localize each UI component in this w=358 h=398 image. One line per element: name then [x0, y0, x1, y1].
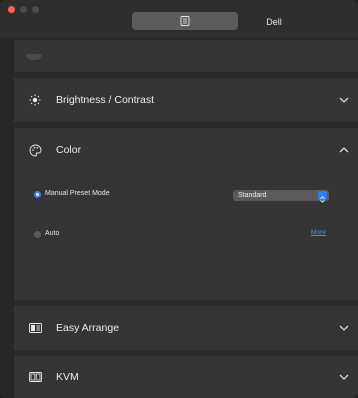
section-easy-arrange[interactable]: Easy Arrange: [14, 306, 358, 350]
select-stepper-icon: [318, 191, 327, 203]
preset-mode-select[interactable]: Standard: [233, 190, 329, 203]
chevron-down-icon[interactable]: [338, 322, 350, 334]
minimize-window-button[interactable]: [20, 6, 27, 13]
manual-preset-radio[interactable]: [34, 191, 41, 198]
document-icon: [180, 16, 190, 26]
auto-label: Auto: [45, 230, 60, 237]
preset-mode-value: Standard: [238, 192, 267, 199]
tab-dell[interactable]: Dell: [254, 14, 294, 30]
manual-preset-label: Manual Preset Mode: [45, 190, 110, 197]
settings-panel: Brightness / Contrast Color Manual Prese…: [14, 40, 358, 398]
display-icon: [26, 54, 42, 60]
palette-icon: [28, 143, 42, 157]
chevron-up-icon[interactable]: [338, 144, 350, 156]
kvm-icon: [28, 370, 42, 384]
chevron-down-icon[interactable]: [338, 371, 350, 383]
more-link[interactable]: More: [311, 229, 326, 236]
section-color-header[interactable]: Color: [14, 128, 358, 172]
section-label-easy-arrange: Easy Arrange: [56, 322, 120, 334]
auto-radio[interactable]: [34, 231, 41, 238]
sun-icon: [28, 93, 42, 107]
titlebar: Dell: [0, 0, 358, 38]
chevron-down-icon[interactable]: [338, 94, 350, 106]
app-window: Dell Brightness / Contrast Color Manual …: [0, 0, 358, 398]
section-display-partial[interactable]: [14, 40, 358, 72]
section-brightness-contrast[interactable]: Brightness / Contrast: [14, 78, 358, 122]
close-window-button[interactable]: [8, 6, 15, 13]
layout-icon: [28, 321, 42, 335]
section-label-kvm: KVM: [56, 371, 79, 383]
tab-document[interactable]: [132, 12, 238, 30]
section-label-color: Color: [56, 144, 82, 156]
section-kvm[interactable]: KVM: [14, 356, 358, 398]
section-color: Color: [14, 128, 358, 300]
section-label-brightness: Brightness / Contrast: [56, 94, 155, 106]
zoom-window-button[interactable]: [32, 6, 39, 13]
